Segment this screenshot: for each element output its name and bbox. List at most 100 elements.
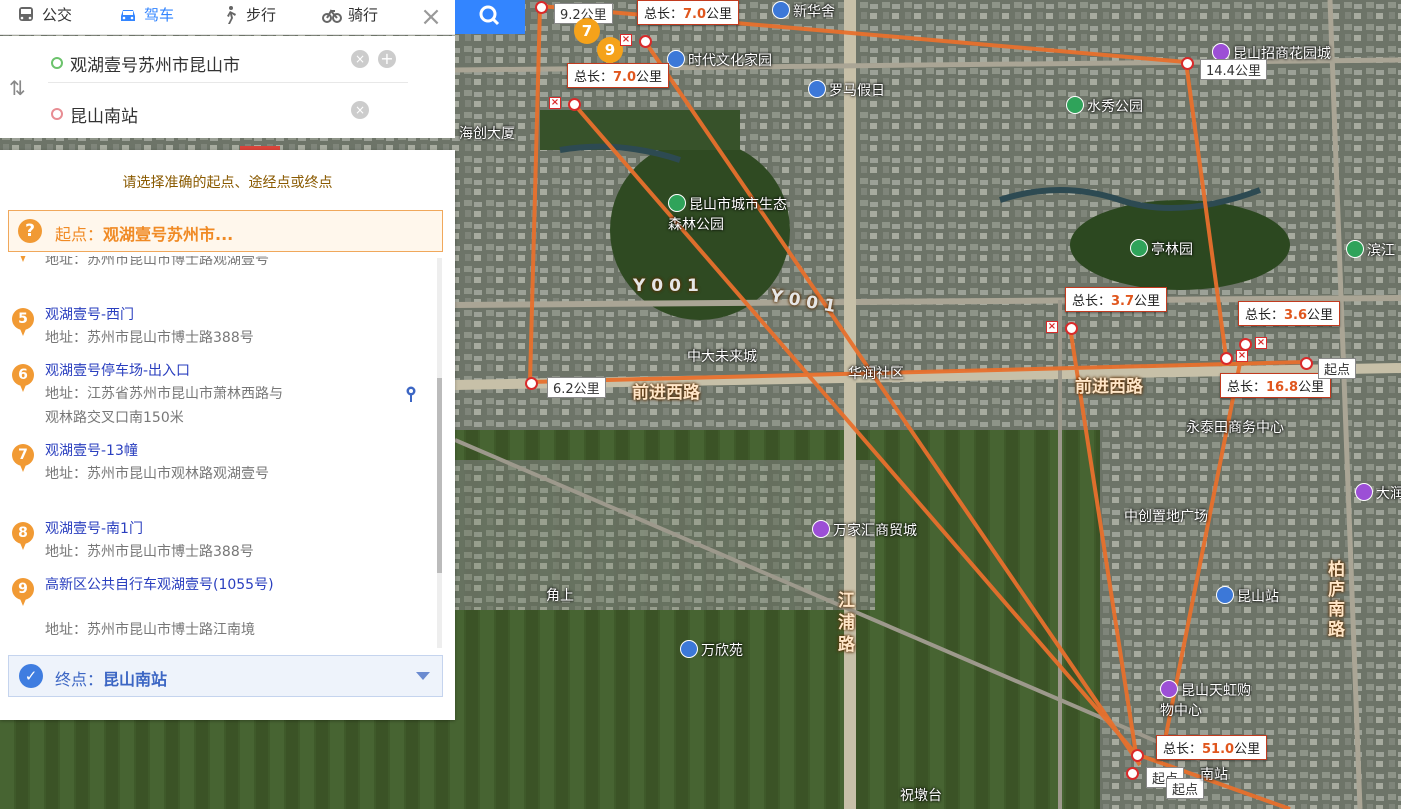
place-xinhuashe[interactable]: 新华舍 (772, 1, 835, 21)
remove-waypoint-icon[interactable]: × (1255, 337, 1267, 349)
search-button[interactable] (455, 0, 525, 34)
community-icon (772, 1, 790, 19)
chevron-down-icon[interactable] (416, 672, 430, 680)
community-icon (667, 50, 685, 68)
park-icon (1130, 239, 1148, 257)
scrollbar-thumb[interactable] (437, 378, 442, 573)
cluster-marker[interactable]: 7 (574, 18, 600, 44)
shopping-icon (1355, 483, 1373, 501)
check-icon: ✓ (19, 664, 43, 688)
tab-bus[interactable]: 公交 (16, 4, 72, 25)
search-icon (479, 5, 500, 26)
selection-hint: 请选择准确的起点、途经点或终点 (122, 175, 333, 191)
end-point-selector[interactable]: ✓ 终点：昆山南站 (8, 655, 443, 697)
place-zhudun[interactable]: 祝墩台 (900, 785, 942, 805)
place-kunshan-station[interactable]: 昆山站 (1216, 586, 1279, 606)
destination-input[interactable]: 昆山南站 × (48, 93, 408, 133)
tab-bike[interactable]: 骑行 (322, 4, 378, 25)
place-tianhong[interactable]: 昆山天虹购物中心 (1160, 680, 1260, 720)
place-shidai[interactable]: 时代文化家园 (667, 50, 772, 70)
train-station-icon (1216, 586, 1234, 604)
walk-icon (227, 6, 236, 24)
origin-dot-icon (51, 57, 63, 69)
swap-icon[interactable]: ⇅ (9, 76, 26, 100)
shopping-icon (812, 520, 830, 538)
place-shuixiu-park[interactable]: 水秀公园 (1066, 96, 1143, 116)
car-icon (121, 10, 135, 21)
tab-drive[interactable]: 驾车 (118, 4, 174, 25)
segment-length-label: 6.2公里 (547, 377, 606, 398)
park-icon (668, 194, 686, 212)
list-scrollbar[interactable] (437, 258, 442, 648)
park-icon (1066, 96, 1084, 114)
place-yongtaitian[interactable]: 永泰田商务中心 (1186, 417, 1284, 437)
start-tag[interactable]: 起点 (1166, 778, 1205, 799)
road-jiangpu: 江浦路 (838, 591, 855, 655)
pin-icon: 7 (12, 444, 34, 474)
route-node-marker[interactable] (1300, 357, 1313, 370)
pin-icon: 8 (12, 522, 34, 552)
community-icon (680, 640, 698, 658)
place-haichuang[interactable]: 海创大厦 (459, 123, 515, 143)
route-node-marker[interactable] (639, 35, 652, 48)
route-total-label[interactable]: 总长：7.0公里 (567, 63, 670, 88)
south-station-label: 南站 (1200, 767, 1228, 783)
route-total-label[interactable]: 总长：16.8公里 (1220, 373, 1332, 398)
origin-input[interactable]: 观湖壹号苏州市昆山市 × + (48, 42, 408, 83)
road-y001-1: Y001 (633, 276, 705, 296)
pin-icon: 5 (12, 308, 34, 338)
route-total-label[interactable]: 总长：3.7公里 (1065, 287, 1168, 312)
clear-origin-icon[interactable]: × (351, 50, 369, 68)
question-icon: ? (18, 219, 42, 243)
route-total-label[interactable]: 总长：3.6公里 (1238, 301, 1341, 326)
place-wanjiahui[interactable]: 万家汇商贸城 (812, 520, 917, 540)
close-icon[interactable]: × (418, 2, 444, 32)
place-forest-park[interactable]: 昆山市城市生态森林公园 (668, 194, 788, 234)
place-jiaoshang[interactable]: 角上 (546, 585, 574, 605)
road-bailu-south: 柏庐南路 (1328, 560, 1345, 640)
place-wanxinyuan[interactable]: 万欣苑 (680, 640, 743, 660)
add-waypoint-icon[interactable]: + (378, 50, 396, 68)
start-tag[interactable]: 起点 (1318, 358, 1357, 379)
candidate-panel: 请选择准确的起点、途经点或终点 ? 起点：观湖壹号苏州市... 地址：苏州市昆山… (0, 150, 455, 720)
remove-waypoint-icon[interactable]: × (1236, 350, 1248, 362)
pin-icon: 6 (12, 364, 34, 394)
start-point-selector[interactable]: ? 起点：观湖壹号苏州市... (8, 210, 443, 252)
remove-waypoint-icon[interactable]: × (1046, 321, 1058, 333)
route-node-marker[interactable] (1065, 322, 1078, 335)
place-huarun[interactable]: 华润社区 (848, 363, 904, 383)
route-node-marker[interactable] (1181, 57, 1194, 70)
road-qianjin-west-1: 前进西路 (632, 383, 700, 403)
route-node-marker[interactable] (535, 1, 548, 14)
remove-waypoint-icon[interactable]: × (620, 34, 632, 46)
pin-icon (12, 256, 34, 264)
route-node-marker[interactable] (1126, 767, 1139, 780)
place-binjiang[interactable]: 滨江 (1346, 240, 1395, 260)
place-luoma[interactable]: 罗马假日 (808, 80, 885, 100)
route-node-marker[interactable] (1220, 352, 1233, 365)
route-total-label[interactable]: 总长：51.0公里 (1156, 735, 1268, 760)
park-icon (1346, 240, 1364, 258)
route-total-label[interactable]: 总长：7.0公里 (637, 0, 740, 25)
community-icon (808, 80, 826, 98)
destination-dot-icon (51, 108, 63, 120)
route-node-marker[interactable] (525, 377, 538, 390)
bus-icon (19, 7, 33, 21)
remove-waypoint-icon[interactable]: × (549, 97, 561, 109)
travel-mode-tabs: 公交 驾车 步行 骑行 × (0, 0, 455, 35)
segment-length-label: 14.4公里 (1200, 59, 1267, 80)
tab-walk[interactable]: 步行 (220, 4, 276, 25)
road-qianjin-west-2: 前进西路 (1075, 377, 1143, 397)
candidate-list[interactable]: 地址：苏州市昆山市博士路观湖壹号 5 观湖壹号-西门 地址：苏州市昆山市博士路3… (8, 256, 438, 648)
route-search-box: ⇅ 观湖壹号苏州市昆山市 × + 昆山南站 × (0, 36, 455, 138)
locate-icon[interactable] (405, 386, 417, 402)
route-node-marker[interactable] (568, 98, 581, 111)
place-tinglin[interactable]: 亭林园 (1130, 239, 1193, 259)
place-zhongda[interactable]: 中大未来城 (687, 346, 757, 366)
place-zhongchuang[interactable]: 中创置地广场 (1124, 506, 1208, 526)
clear-destination-icon[interactable]: × (351, 101, 369, 119)
place-darun[interactable]: 大润 (1355, 483, 1401, 503)
route-node-marker[interactable] (1131, 749, 1144, 762)
pin-icon: 9 (12, 578, 34, 608)
shopping-icon (1160, 680, 1178, 698)
